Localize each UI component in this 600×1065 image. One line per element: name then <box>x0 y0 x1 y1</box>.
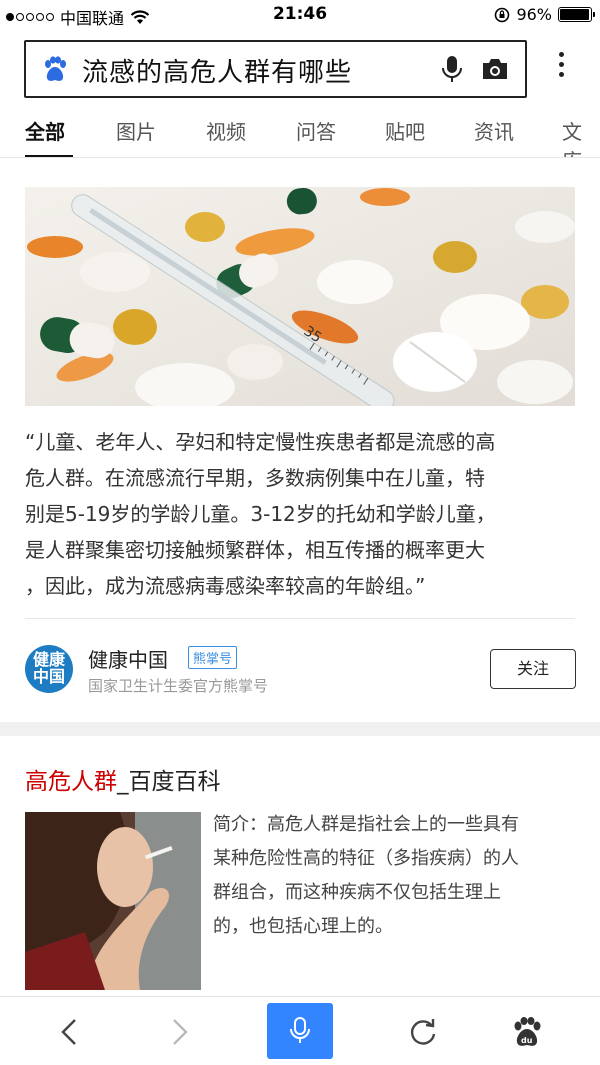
tab-videos[interactable]: 视频 <box>206 116 246 145</box>
xiongzhanghao-badge: 熊掌号 <box>188 646 238 669</box>
snippet-line: 简介：高危人群是指社会上的一些具有 <box>213 814 519 835</box>
snippet-line: 某种危险性高的特征（多指疾病）的人 <box>213 848 519 869</box>
microphone-icon <box>290 1017 310 1043</box>
tab-wenku[interactable]: 文库 <box>562 116 600 157</box>
section-separator <box>0 722 600 736</box>
divider <box>25 618 575 619</box>
forward-button[interactable] <box>155 997 205 1065</box>
follow-button[interactable]: 关注 <box>490 649 576 689</box>
source-description: 国家卫生计生委官方熊掌号 <box>88 677 269 695</box>
pills-thermometer-image[interactable]: 35 <box>25 187 575 406</box>
tab-images[interactable]: 图片 <box>116 116 156 145</box>
baidu-home-button[interactable]: du <box>502 997 552 1065</box>
search-bar[interactable]: 流感的高危人群有哪些 <box>24 40 527 98</box>
tab-qa[interactable]: 问答 <box>296 116 336 145</box>
camera-icon[interactable] <box>481 56 509 82</box>
result-title-link[interactable]: 高危人群_百度百科 <box>25 762 221 796</box>
refresh-button[interactable] <box>398 997 448 1065</box>
result-snippet[interactable]: 简介：高危人群是指社会上的一些具有 某种危险性高的特征（多指疾病）的人 群组合，… <box>213 808 578 944</box>
microphone-icon[interactable] <box>440 55 464 85</box>
tab-all[interactable]: 全部 <box>25 116 65 145</box>
result-thumbnail[interactable] <box>25 812 201 990</box>
quote-line: 别是5-19岁的学龄儿童。3-12岁的托幼和学龄儿童， <box>25 502 496 526</box>
search-tabs: 全部 图片 视频 问答 贴吧 资讯 文库 <box>0 104 600 158</box>
title-highlight: 高危人群 <box>25 769 117 795</box>
rotation-lock-icon <box>495 7 510 22</box>
bottom-toolbar: du <box>0 996 600 1065</box>
search-input[interactable]: 流感的高危人群有哪些 <box>82 52 352 89</box>
quote-line: 是人群聚集密切接触频繁群体，相互传播的概率更大 <box>25 538 485 562</box>
active-tab-indicator <box>25 155 73 157</box>
status-bar: 中国联通 21:46 96% <box>0 0 600 30</box>
snippet-line: 群组合，而这种疾病不仅包括生理上 <box>213 882 501 903</box>
status-right: 96% <box>494 5 595 24</box>
quote-line: ，因此，成为流感病毒感染率较高的年龄组。” <box>25 574 426 598</box>
tab-tieba[interactable]: 贴吧 <box>385 116 425 145</box>
baidu-paw-icon: du <box>514 1016 541 1046</box>
answer-quote[interactable]: “儿童、老年人、孕妇和特定慢性疾患者都是流感的高 危人群。在流感流行早期，多数病… <box>25 424 580 604</box>
svg-text:du: du <box>521 1036 533 1045</box>
forward-icon <box>173 1018 188 1045</box>
back-button[interactable] <box>44 997 94 1065</box>
source-avatar[interactable]: 健康 中国 <box>25 645 73 693</box>
snippet-line: 的，也包括心理上的。 <box>213 916 393 937</box>
quote-line: “儿童、老年人、孕妇和特定慢性疾患者都是流感的高 <box>25 430 496 454</box>
baidu-paw-icon <box>45 56 66 81</box>
battery-icon <box>558 7 595 22</box>
title-rest: _百度百科 <box>117 769 221 795</box>
voice-search-button[interactable] <box>267 1003 333 1059</box>
back-icon <box>61 1018 76 1045</box>
source-name[interactable]: 健康中国 <box>88 644 168 673</box>
battery-percent: 96% <box>516 5 552 24</box>
quote-line: 危人群。在流感流行早期，多数病例集中在儿童，特 <box>25 466 485 490</box>
more-menu-icon[interactable] <box>556 52 566 82</box>
tab-news[interactable]: 资讯 <box>474 116 514 145</box>
refresh-icon <box>410 1018 436 1045</box>
